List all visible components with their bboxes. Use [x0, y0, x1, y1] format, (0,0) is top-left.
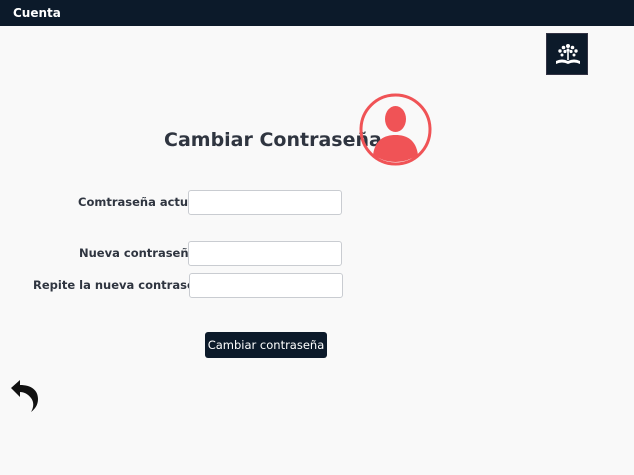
logo [546, 33, 588, 75]
app-title: Cuenta [13, 6, 61, 20]
open-book-tree-logo-icon [556, 44, 580, 64]
top-bar: Cuenta [0, 0, 634, 26]
new-password-label: Nueva contraseña: [79, 246, 201, 260]
change-password-button[interactable]: Cambiar contraseña [205, 332, 327, 358]
back-button[interactable] [9, 378, 41, 414]
back-arrow-icon [11, 380, 38, 412]
user-avatar [359, 93, 432, 166]
user-avatar-icon [359, 93, 432, 166]
repeat-password-label: Repite la nueva contraseña: [33, 278, 216, 292]
new-password-input[interactable] [188, 241, 342, 266]
current-password-input[interactable] [188, 190, 342, 215]
current-password-label: Comtraseña actual: [78, 195, 205, 209]
repeat-password-input[interactable] [189, 273, 343, 298]
page-title: Cambiar Contraseña [164, 129, 382, 151]
